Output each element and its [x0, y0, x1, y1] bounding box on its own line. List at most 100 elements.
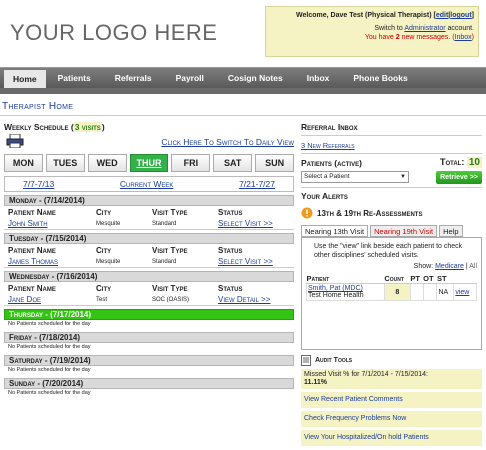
nav-home[interactable]: Home — [4, 70, 46, 88]
no-patients-text: No Patients scheduled for the day — [8, 321, 91, 327]
table-row: John Smith Mesquite Standard Select Visi… — [4, 218, 294, 230]
messages-count: 2 — [395, 34, 400, 41]
day-fri[interactable]: FRI — [171, 154, 211, 172]
view-link[interactable]: view — [453, 283, 477, 301]
visit-type: Standard — [152, 220, 177, 227]
messages-prefix: You have — [364, 34, 394, 41]
day-header: Wednesday - (7/16/2014) — [4, 271, 294, 282]
administrator-link[interactable]: Administrator — [404, 25, 445, 32]
no-patients-text: No Patients scheduled for the day — [8, 367, 91, 373]
nav-phone-books[interactable]: Phone Books — [341, 68, 419, 88]
patient-link[interactable]: John Smith — [4, 219, 96, 228]
day-wed[interactable]: WED — [87, 154, 127, 172]
next-week-link[interactable]: 7/21-7/27 — [239, 179, 275, 189]
audit-link-comments[interactable]: View Recent Patient Comments — [301, 392, 482, 408]
col-city: City — [96, 284, 112, 293]
document-icon — [301, 355, 311, 366]
inbox-link[interactable]: Inbox — [455, 34, 472, 41]
select-visit-link[interactable]: Select Visit >> — [218, 219, 294, 228]
logo: YOUR LOGO HERE — [10, 20, 218, 45]
tab-nearing-13th[interactable]: Nearing 13th Visit — [301, 225, 369, 237]
schedule-title: Weekly Schedule — [4, 122, 69, 132]
page-title: Therapist Home — [2, 101, 74, 112]
view-detail-link[interactable]: View Detail >> — [218, 295, 294, 304]
tab-help[interactable]: Help — [439, 225, 463, 237]
welcome-box: Welcome, Dave Test (Physical Therapist) … — [265, 6, 479, 57]
prev-week-link[interactable]: 7/7-7/13 — [23, 179, 54, 189]
edit-link[interactable]: edit — [436, 12, 448, 19]
day-thur[interactable]: THUR — [129, 154, 169, 172]
retrieve-button[interactable]: Retrieve >> — [436, 171, 482, 184]
day-header: Saturday - (7/19/2014) — [4, 355, 294, 366]
col-count: Count — [384, 274, 411, 284]
main-nav: Home Patients Referrals Payroll Cosign N… — [0, 67, 486, 88]
visit-count: 3 visits — [73, 122, 102, 132]
patient-link[interactable]: Jane Doe — [4, 295, 96, 304]
col-patient-name: Patient Name — [8, 208, 56, 217]
day-sun[interactable]: SUN — [255, 154, 295, 172]
col-city: City — [96, 208, 112, 217]
audit-link-hospitalized[interactable]: View Your Hospitalized/On hold Patients — [301, 430, 482, 446]
patient-select[interactable]: Select a Patient ▼ — [301, 171, 409, 183]
reassessment-message: Use the "view" link beside each patient … — [314, 243, 463, 259]
column-headers: Patient Name City Visit Type Status — [4, 246, 294, 256]
col-patient-name: Patient Name — [8, 246, 56, 255]
col-visit-type: Visit Type — [152, 208, 188, 217]
column-headers: Patient Name City Visit Type Status — [4, 208, 294, 218]
patients-total: Total: 10 — [440, 157, 482, 168]
day-tues[interactable]: TUES — [45, 154, 85, 172]
show-medicare-link[interactable]: Medicare — [435, 263, 464, 270]
schedule-heading: Weekly Schedule (3 visits) — [4, 122, 105, 132]
divider — [301, 135, 482, 136]
nav-cosign-notes[interactable]: Cosign Notes — [216, 68, 295, 88]
switch-daily-view-link[interactable]: Click Here To Switch To Daily View — [161, 137, 294, 147]
audit-link-frequency[interactable]: Check Frequency Problems Now — [301, 411, 482, 427]
col-status: Status — [218, 246, 243, 255]
day-mon[interactable]: MON — [4, 154, 43, 172]
printer-icon[interactable] — [6, 134, 24, 148]
patient-city: Mesquite — [96, 220, 121, 227]
table-row: James Thomas Mesquite Standard Select Vi… — [4, 256, 294, 268]
logout-link[interactable]: logout — [450, 12, 471, 19]
missed-visit-stat: Missed Visit % for 7/1/2014 - 7/15/2014:… — [301, 369, 482, 389]
patient-city: Test — [96, 296, 108, 303]
show-all-link[interactable]: All — [469, 263, 477, 270]
col-patient-name: Patient Name — [8, 284, 56, 293]
patient-link[interactable]: James Thomas — [4, 257, 96, 266]
audit-tools-title: Audit Tools — [315, 357, 353, 364]
missed-visit-value: 11.11% — [304, 379, 327, 386]
column-headers: Patient Name City Visit Type Status — [4, 284, 294, 294]
sidebar-panel: Referral Inbox 3 New Referrals Patients … — [301, 122, 482, 446]
reassessment-panel: Use the "view" link beside each patient … — [301, 237, 482, 350]
divider — [301, 153, 482, 154]
new-referrals-link[interactable]: 3 New Referrals — [301, 141, 482, 150]
day-header: Tuesday - (7/15/2014) — [4, 233, 294, 244]
chevron-down-icon: ▼ — [400, 174, 406, 180]
total-count: 10 — [466, 157, 482, 168]
divider — [0, 115, 486, 116]
nav-patients[interactable]: Patients — [46, 68, 103, 88]
day-header: Monday - (7/14/2014) — [4, 195, 294, 206]
visit-type: SOC (OASIS) — [152, 296, 190, 303]
patients-active-title: Patients (active) — [301, 157, 362, 168]
st-cell: NA — [436, 283, 455, 301]
messages-suffix: new messages. — [401, 34, 451, 41]
switch-text: Switch to — [374, 25, 403, 32]
current-week-link[interactable]: Current Week — [120, 179, 174, 189]
patient-link[interactable]: Smith, Pat (MDC) — [308, 285, 363, 292]
nav-inbox[interactable]: Inbox — [295, 68, 342, 88]
col-st: ST — [436, 274, 454, 284]
nav-payroll[interactable]: Payroll — [164, 68, 216, 88]
select-visit-link[interactable]: Select Visit >> — [218, 257, 294, 266]
col-visit-type: Visit Type — [152, 246, 188, 255]
count-cell: 8 — [383, 283, 411, 301]
table-row: Smith, Pat (MDC) Test Home Health 8 NA vi… — [306, 283, 477, 301]
day-sat[interactable]: SAT — [213, 154, 253, 172]
patient-cell: Smith, Pat (MDC) Test Home Health — [306, 283, 385, 301]
no-patients-text: No Patients scheduled for the day — [8, 344, 91, 350]
col-city: City — [96, 246, 112, 255]
patient-city: Mesquite — [96, 258, 121, 265]
nav-referrals[interactable]: Referrals — [103, 68, 164, 88]
tab-nearing-19th[interactable]: Nearing 19th Visit — [370, 225, 438, 237]
week-navigation: 7/7-7/13 Current Week 7/21-7/27 — [4, 176, 294, 192]
